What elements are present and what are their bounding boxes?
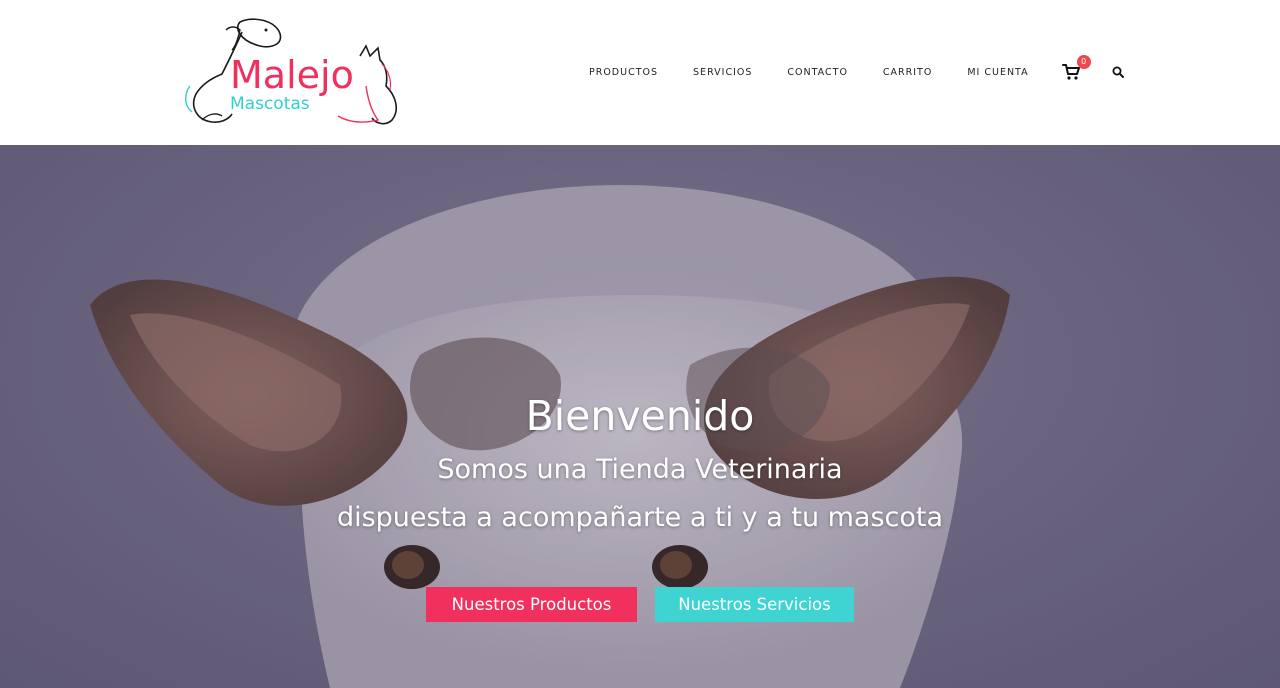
logo-graphic: Malejo Mascotas (185, 18, 398, 125)
hero-banner: Bienvenido Somos una Tienda Veterinaria … (0, 145, 1280, 688)
nav-contacto[interactable]: CONTACTO (787, 67, 848, 78)
nav-productos[interactable]: PRODUCTOS (589, 67, 658, 78)
hero-title: Bienvenido (525, 392, 755, 440)
site-header: Malejo Mascotas PRODUCTOS SERVICIOS CONT… (0, 0, 1280, 145)
hero-subtitle-line2: dispuesta a acompañarte a ti y a tu masc… (336, 502, 944, 533)
logo[interactable]: Malejo Mascotas (182, 16, 404, 128)
logo-main-text: Malejo (230, 53, 354, 97)
cart-button[interactable]: 0 (1061, 55, 1091, 81)
search-icon (1112, 66, 1124, 78)
cart-icon (1061, 64, 1080, 80)
cart-count-badge: 0 (1076, 55, 1091, 69)
logo-sub-text: Mascotas (230, 94, 310, 114)
nav-mi-cuenta[interactable]: MI CUENTA (967, 67, 1028, 78)
nav-servicios[interactable]: SERVICIOS (693, 67, 752, 78)
hero-subtitle-line1: Somos una Tienda Veterinaria (437, 454, 843, 485)
nav-carrito[interactable]: CARRITO (883, 67, 932, 78)
search-button[interactable] (1112, 66, 1124, 78)
nuestros-servicios-button[interactable]: Nuestros Servicios (655, 587, 854, 622)
nuestros-productos-button[interactable]: Nuestros Productos (426, 587, 637, 622)
main-nav: PRODUCTOS SERVICIOS CONTACTO CARRITO MI … (589, 55, 1124, 82)
